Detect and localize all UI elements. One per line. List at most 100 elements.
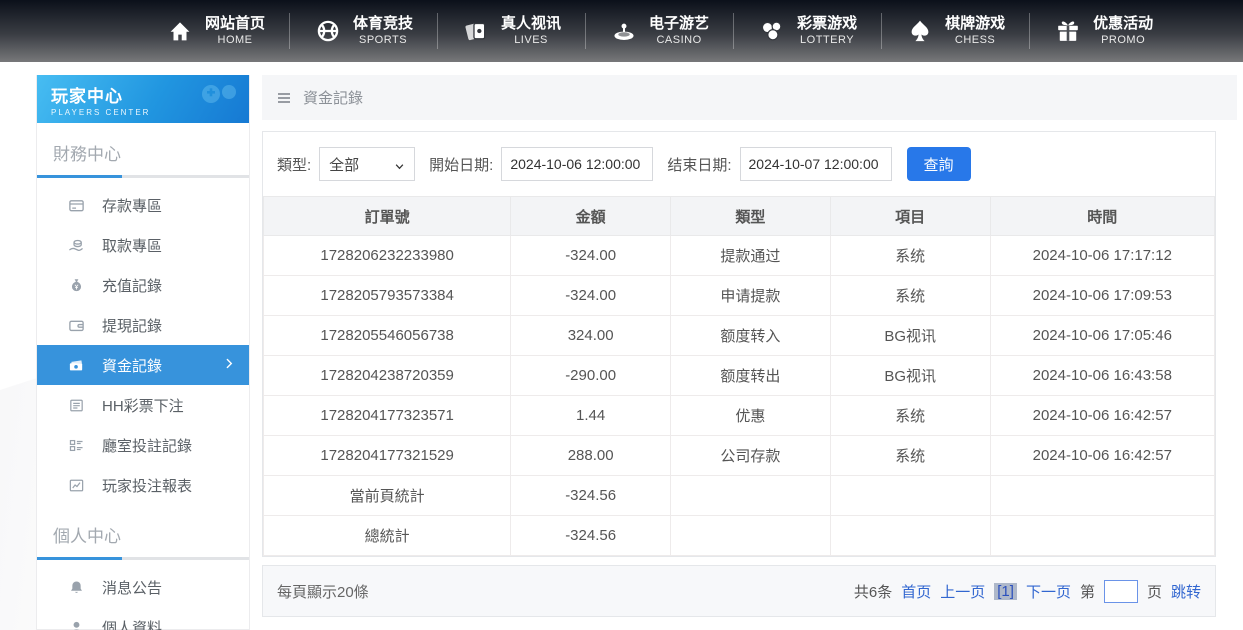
breadcrumb: 資金記錄	[262, 75, 1237, 120]
menu-icon[interactable]	[275, 89, 293, 107]
nav-item-label-zh: 彩票游戏	[797, 15, 857, 34]
summary-cell	[990, 516, 1214, 556]
top-navigation: 网站首页HOME体育竞技SPORTS真人视讯LIVES电子游艺CASINO彩票游…	[0, 0, 1243, 62]
table-row: 1728204177321529288.00公司存款系统2024-10-06 1…	[264, 436, 1215, 476]
table-cell: 额度转出	[671, 356, 831, 396]
table-cell: 1728206232233980	[264, 236, 511, 276]
report-icon	[67, 476, 85, 494]
nav-item-label-en: LIVES	[514, 34, 548, 48]
home-icon	[166, 17, 194, 45]
card-icon	[67, 196, 85, 214]
pagination-bar: 每頁顯示20條 共6条 首页 上一页 [1] 下一页 第 页 跳转	[262, 565, 1216, 617]
summary-row: 當前頁統計-324.56	[264, 476, 1215, 516]
sidebar-item-存款專區[interactable]: 存款專區	[37, 185, 249, 225]
summary-cell: 總統計	[264, 516, 511, 556]
table-row: 1728204238720359-290.00额度转出BG视讯2024-10-0…	[264, 356, 1215, 396]
nav-item-label-zh: 电子游艺	[649, 15, 709, 34]
nav-item-text: 电子游艺CASINO	[649, 15, 709, 48]
sidebar-item-資金記錄[interactable]: 資金記錄	[37, 345, 249, 385]
sidebar-item-廳室投註記錄[interactable]: 廳室投註記錄	[37, 425, 249, 465]
pagination-controls: 共6条 首页 上一页 [1] 下一页 第 页 跳转	[854, 580, 1201, 603]
menu-list: 存款專區取款專區充值記錄提現記錄資金記錄 HH彩票下注廳室投註記錄玩家投注報表	[37, 178, 249, 505]
cards-icon	[462, 17, 490, 45]
prev-page-link[interactable]: 上一页	[940, 581, 985, 602]
sidebar-item-消息公告[interactable]: 消息公告	[37, 567, 249, 607]
sidebar-item-充值記錄[interactable]: 充值記錄	[37, 265, 249, 305]
lottery-icon	[758, 17, 786, 45]
gamepad-icon	[197, 79, 241, 114]
nav-item-text: 网站首页HOME	[205, 15, 265, 48]
table-cell: BG视讯	[830, 316, 990, 356]
chevron-down-icon	[394, 159, 405, 170]
table-cell: 324.00	[511, 316, 671, 356]
sidebar-item-取款專區[interactable]: 取款專區	[37, 225, 249, 265]
summary-cell	[830, 516, 990, 556]
nav-item-text: 彩票游戏LOTTERY	[797, 15, 857, 48]
nav-item-casino[interactable]: 电子游艺CASINO	[586, 15, 733, 48]
table-cell: 2024-10-06 17:09:53	[990, 276, 1214, 316]
table-cell: 2024-10-06 16:43:58	[990, 356, 1214, 396]
sidebar-item-玩家投注報表[interactable]: 玩家投注報表	[37, 465, 249, 505]
type-select-value: 全部	[329, 154, 359, 175]
table-cell: 公司存款	[671, 436, 831, 476]
nav-item-label-en: CASINO	[656, 34, 701, 48]
table-cell: 1728204177321529	[264, 436, 511, 476]
table-cell: 1728204177323571	[264, 396, 511, 436]
jump-link[interactable]: 跳转	[1171, 581, 1201, 602]
summary-cell	[990, 476, 1214, 516]
column-header: 金額	[511, 197, 671, 236]
nav-item-home[interactable]: 网站首页HOME	[142, 15, 289, 48]
hand-coins-icon	[67, 236, 85, 254]
end-date-label: 结束日期:	[667, 154, 731, 175]
sidebar-item-個人資料[interactable]: 個人資料	[37, 607, 249, 630]
nav-item-label-en: LOTTERY	[800, 34, 854, 48]
current-page[interactable]: [1]	[994, 583, 1017, 600]
section-divider	[37, 557, 249, 560]
nav-item-sports[interactable]: 体育竞技SPORTS	[290, 15, 437, 48]
sidebar-item-HH彩票下注[interactable]: HH彩票下注	[37, 385, 249, 425]
table-cell: 优惠	[671, 396, 831, 436]
sidebar-item-label: HH彩票下注	[102, 395, 184, 416]
nav-item-label-zh: 网站首页	[205, 15, 265, 34]
table-cell: 申请提款	[671, 276, 831, 316]
sidebar-item-label: 消息公告	[102, 577, 162, 598]
table-cell: 额度转入	[671, 316, 831, 356]
page-jump-input[interactable]	[1104, 580, 1138, 603]
table-cell: 提款通过	[671, 236, 831, 276]
end-date-input[interactable]	[740, 147, 892, 181]
start-date-input[interactable]	[501, 147, 653, 181]
table-cell: 1728205546056738	[264, 316, 511, 356]
cash-icon	[67, 356, 85, 374]
nav-item-lives[interactable]: 真人视讯LIVES	[438, 15, 585, 48]
wallet-icon	[67, 316, 85, 334]
spade-icon	[906, 17, 934, 45]
summary-cell	[671, 516, 831, 556]
column-header: 類型	[671, 197, 831, 236]
sidebar-item-提現記錄[interactable]: 提現記錄	[37, 305, 249, 345]
type-select[interactable]: 全部	[319, 147, 415, 181]
table-header-row: 訂單號金額類型項目時間	[264, 197, 1215, 236]
sidebar-item-label: 充值記錄	[102, 275, 162, 296]
nav-item-label-zh: 优惠活动	[1093, 15, 1153, 34]
layout-icon	[67, 436, 85, 454]
page-word-suffix: 页	[1147, 581, 1162, 602]
summary-cell: -324.56	[511, 516, 671, 556]
nav-item-chess[interactable]: 棋牌游戏CHESS	[882, 15, 1029, 48]
nav-item-label-zh: 真人视讯	[501, 15, 561, 34]
gift-icon	[1054, 17, 1082, 45]
table-cell: 系统	[830, 276, 990, 316]
first-page-link[interactable]: 首页	[901, 581, 931, 602]
nav-item-lottery[interactable]: 彩票游戏LOTTERY	[734, 15, 881, 48]
nav-item-label-en: SPORTS	[359, 34, 407, 48]
table-cell: 1.44	[511, 396, 671, 436]
nav-item-promo[interactable]: 优惠活动PROMO	[1030, 15, 1177, 48]
next-page-link[interactable]: 下一页	[1026, 581, 1071, 602]
table-row: 1728206232233980-324.00提款通过系统2024-10-06 …	[264, 236, 1215, 276]
table-cell: 系统	[830, 236, 990, 276]
section-divider	[37, 175, 249, 178]
table-cell: 2024-10-06 17:05:46	[990, 316, 1214, 356]
query-button[interactable]: 查詢	[907, 147, 971, 181]
moneybag-icon	[67, 276, 85, 294]
table-cell: 2024-10-06 16:42:57	[990, 396, 1214, 436]
column-header: 項目	[830, 197, 990, 236]
